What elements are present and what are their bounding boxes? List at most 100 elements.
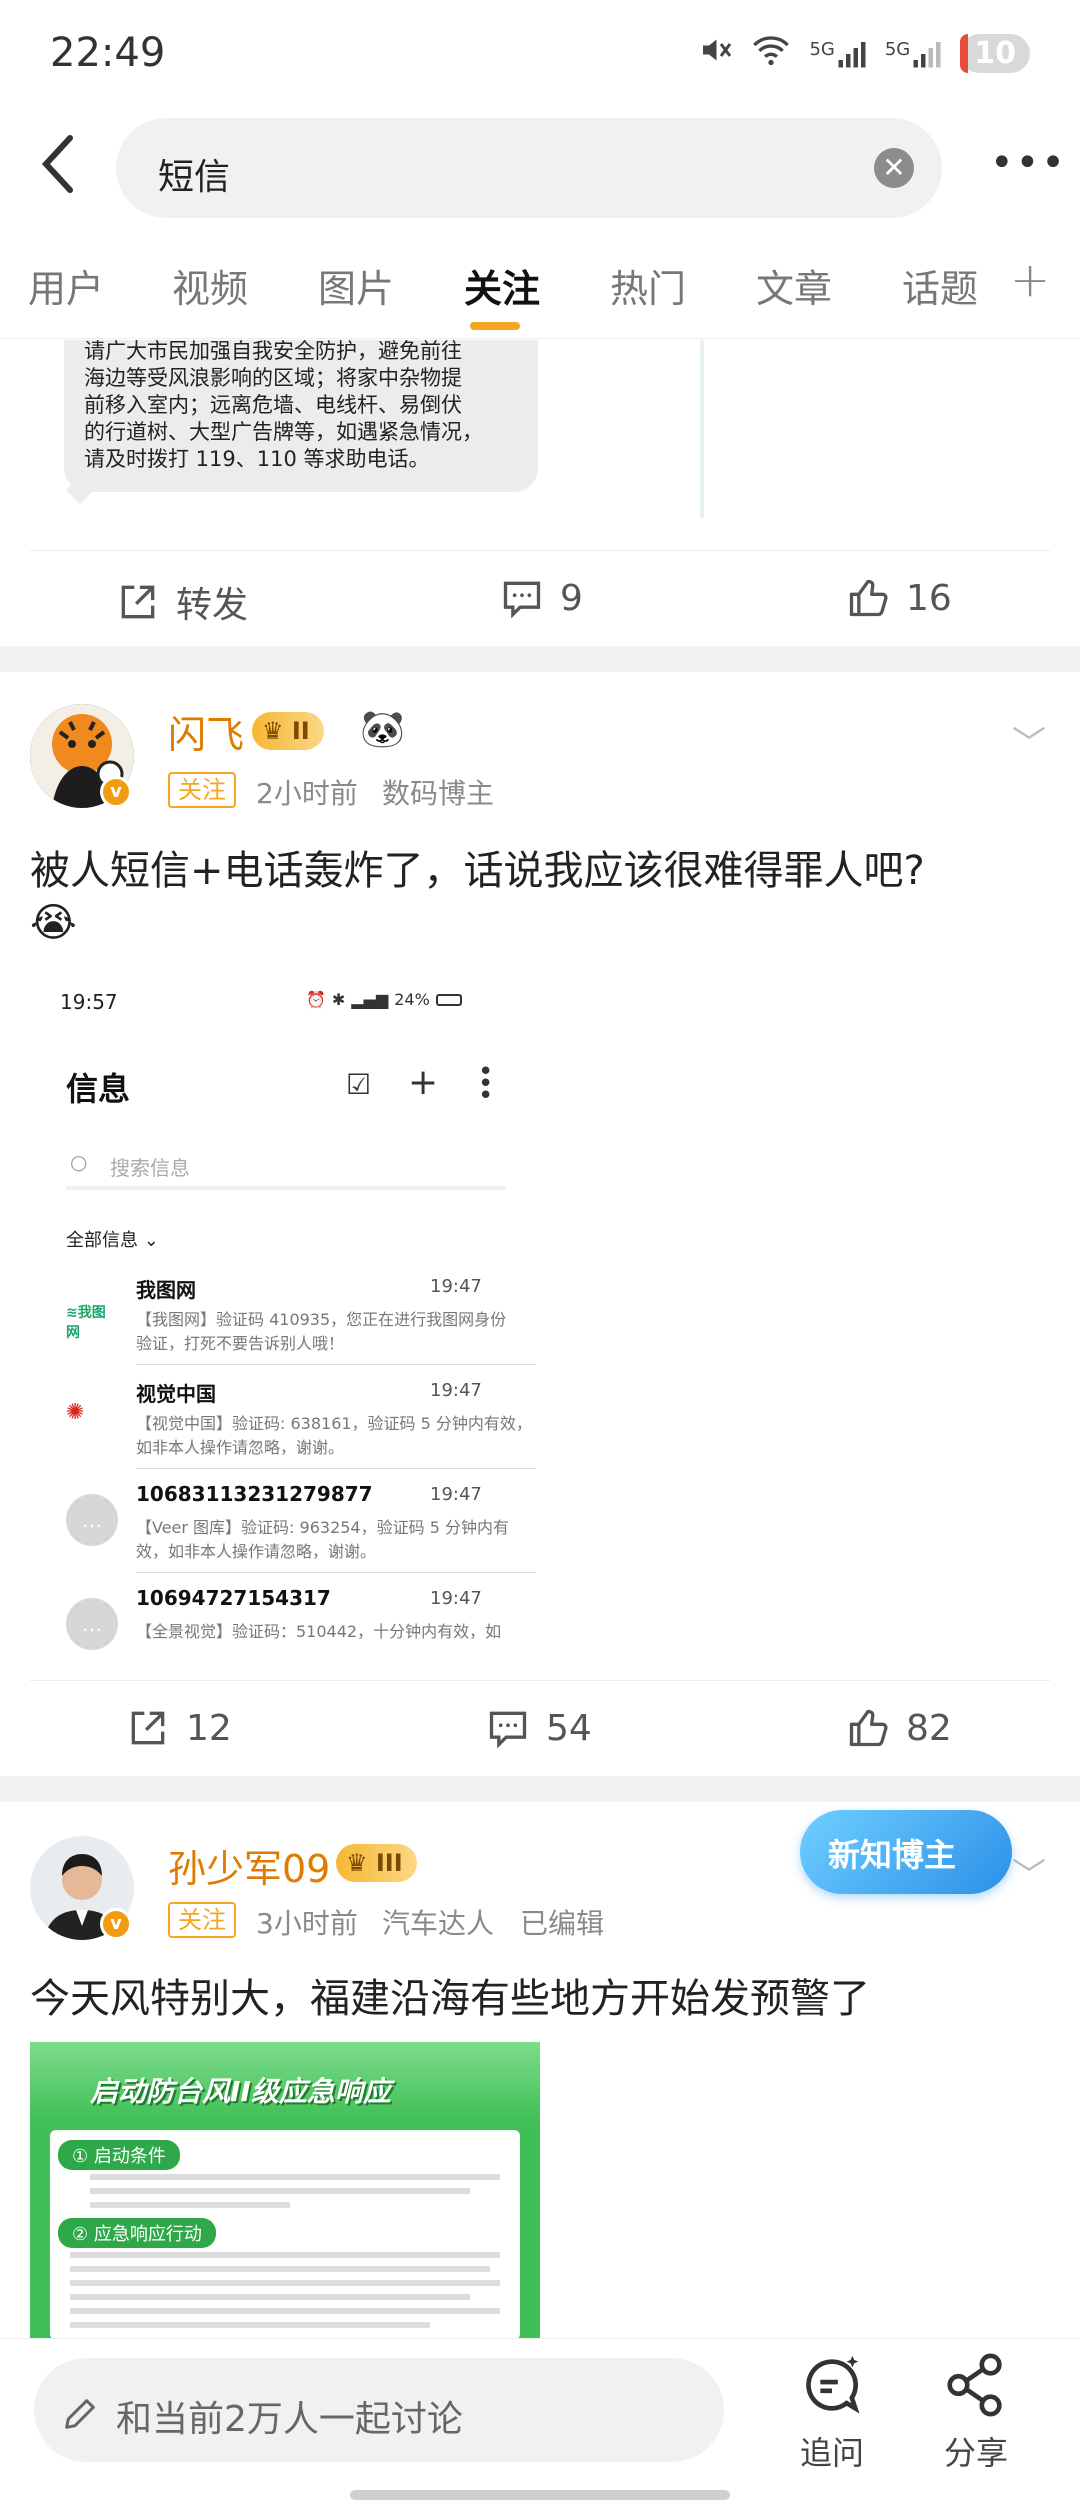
level-text: III [375,1849,403,1877]
pencil-icon [60,2394,100,2438]
vip-level-badge: ♛ III [336,1844,417,1882]
tab-images[interactable]: 图片 [318,258,394,313]
msg-sender: 10694727154317 [136,1586,331,1610]
post-image-sms-screenshot[interactable]: 19:57 ⏰ ✱ ▂▄▆ 24% 信息 ☑ + • • • ○ 搜索信息 全部信息… [30,972,550,1652]
discussion-placeholder[interactable]: 和当前2万人一起讨论 [116,2390,463,2442]
follow-tag[interactable]: 关注 [168,772,236,808]
level-text: II [291,717,310,745]
search-input[interactable]: 短信 [158,148,230,200]
tab-topics[interactable]: 话题 [902,258,978,313]
share-label: 分享 [943,2434,1008,2472]
comment-button[interactable]: 9 [500,576,583,620]
poster-text-line [90,2202,290,2208]
user-tag: 数码博主 [382,777,495,810]
bubble-line: 请及时拨打 119、110 等求助电话。 [84,447,430,471]
shot-time: 19:57 [60,990,118,1014]
follow-up-button[interactable]: 追问 [772,2350,892,2474]
repost-count: 12 [186,1707,232,1749]
image-edge [700,340,704,518]
msg-time: 19:47 [430,1276,482,1297]
repost-icon [121,585,155,619]
repost-button[interactable]: 12 [126,1706,232,1750]
status-time: 22:49 [50,30,166,76]
msg-preview-line: 【全景视觉】验证码：510442，十分钟内有效，如 [136,1622,502,1641]
more-options-icon[interactable]: ••• [990,140,1065,190]
poster-text-line [70,2252,500,2258]
battery-indicator: 10 [960,34,1030,73]
poster-title: 启动防台风II级应急响应 [90,2075,391,2108]
username[interactable]: 闪飞 [168,704,244,759]
add-tab-icon[interactable]: + [1010,252,1050,308]
msg-preview-line: 如非本人操作请忽略，谢谢。 [136,1438,345,1457]
alarm-icon: ⏰ [306,990,326,1009]
msg-preview-line: 【Veer 图库】验证码: 963254，验证码 5 分钟内有 [136,1518,509,1537]
tab-articles[interactable]: 文章 [756,258,832,313]
repost-label: 转发 [176,585,249,626]
repost-icon [131,1711,165,1745]
chevron-down-icon[interactable]: ﹀ [1012,716,1046,765]
msg-time: 19:47 [430,1380,482,1401]
share-icon [947,2353,1002,2417]
poster-text-line [90,2188,470,2194]
tab-videos[interactable]: 视频 [172,258,248,313]
comment-button[interactable]: 54 [486,1706,592,1750]
like-button[interactable]: 82 [846,1706,952,1750]
home-indicator[interactable] [350,2490,730,2500]
bubble-line: 请广大市民加强自我安全防护，避免前往 [84,339,462,363]
poster-text-line [70,2266,490,2272]
active-tab-indicator [470,322,520,330]
poster-section: ② 应急响应行动 [58,2218,216,2248]
follow-tag[interactable]: 关注 [168,1902,236,1938]
crown-icon: ♛ [346,1849,368,1877]
like-count: 82 [906,1707,952,1749]
feed-separator [0,1776,1080,1802]
tab-following[interactable]: 关注 [464,258,540,313]
network-5g-label: 5G [809,38,835,60]
post-text: 今天风特别大，福建沿海有些地方开始发预警了 [30,1976,870,2022]
thumbs-up-icon [849,579,888,617]
crying-emoji: 😭 [30,900,77,946]
badge-text: 新知博主 [828,1836,957,1874]
poster-text-line [70,2322,430,2328]
search-box[interactable] [116,118,942,218]
bluetooth-icon: ✱ [331,990,346,1009]
post1-actions: 12 54 82 [0,1690,1080,1770]
bubble-line: 前移入室内；远离危墙、电线杆、易倒伏 [84,393,462,417]
chevron-down-icon[interactable]: ﹀ [1012,1848,1046,1897]
new-knowledge-badge: 新知博主 [800,1810,1012,1894]
shot-search-placeholder: 搜索信息 [110,1156,190,1180]
post-image-typhoon-poster[interactable]: 启动防台风II级应急响应 ① 启动条件 ② 应急响应行动 [30,2042,540,2338]
back-button[interactable] [34,132,94,202]
verified-badge-icon: v [100,1908,132,1940]
comment-count: 54 [546,1707,592,1749]
post-time: 3小时前 [256,1907,358,1940]
like-button[interactable]: 16 [846,576,952,620]
clear-search-icon[interactable]: ✕ [874,148,914,188]
poster-section-label: 启动条件 [93,2146,166,2167]
repost-button[interactable]: 转发 [116,576,248,628]
shot-search-icon: ○ [70,1150,88,1174]
msg-sender: 视觉中国 [136,1382,216,1406]
msg-time: 19:47 [430,1588,482,1609]
post-time: 2小时前 [256,777,358,810]
msg-sender: 10683113231279877 [136,1482,373,1506]
bubble-line: 的行道树、大型广告牌等，如遇紧急情况， [84,420,483,444]
msg-preview-line: 效，如非本人操作请忽略，谢谢。 [136,1542,377,1561]
divider [30,550,1050,551]
vip-level-badge: ♛ II [252,712,324,750]
tab-hot[interactable]: 热门 [610,258,686,313]
shot-more-icon: • • • [478,1057,494,1111]
crown-icon: ♛ [262,717,284,745]
tab-users[interactable]: 用户 [28,258,104,313]
search-tabs: 用户 视频 图片 关注 热门 文章 话题 [0,258,1080,338]
like-count: 16 [906,577,952,619]
panda-icon: 🐼 [360,709,405,750]
shot-checkbox-icon: ☑ [346,1068,372,1101]
verified-badge-icon: v [100,776,132,808]
shot-filter-label: 全部信息 [66,1230,138,1251]
feed-separator [0,646,1080,672]
username[interactable]: 孙少军09 [168,1838,330,1893]
comment-count: 9 [560,577,583,619]
status-icons: 5G 5G 10 [697,32,1030,75]
share-button[interactable]: 分享 [916,2350,1036,2474]
